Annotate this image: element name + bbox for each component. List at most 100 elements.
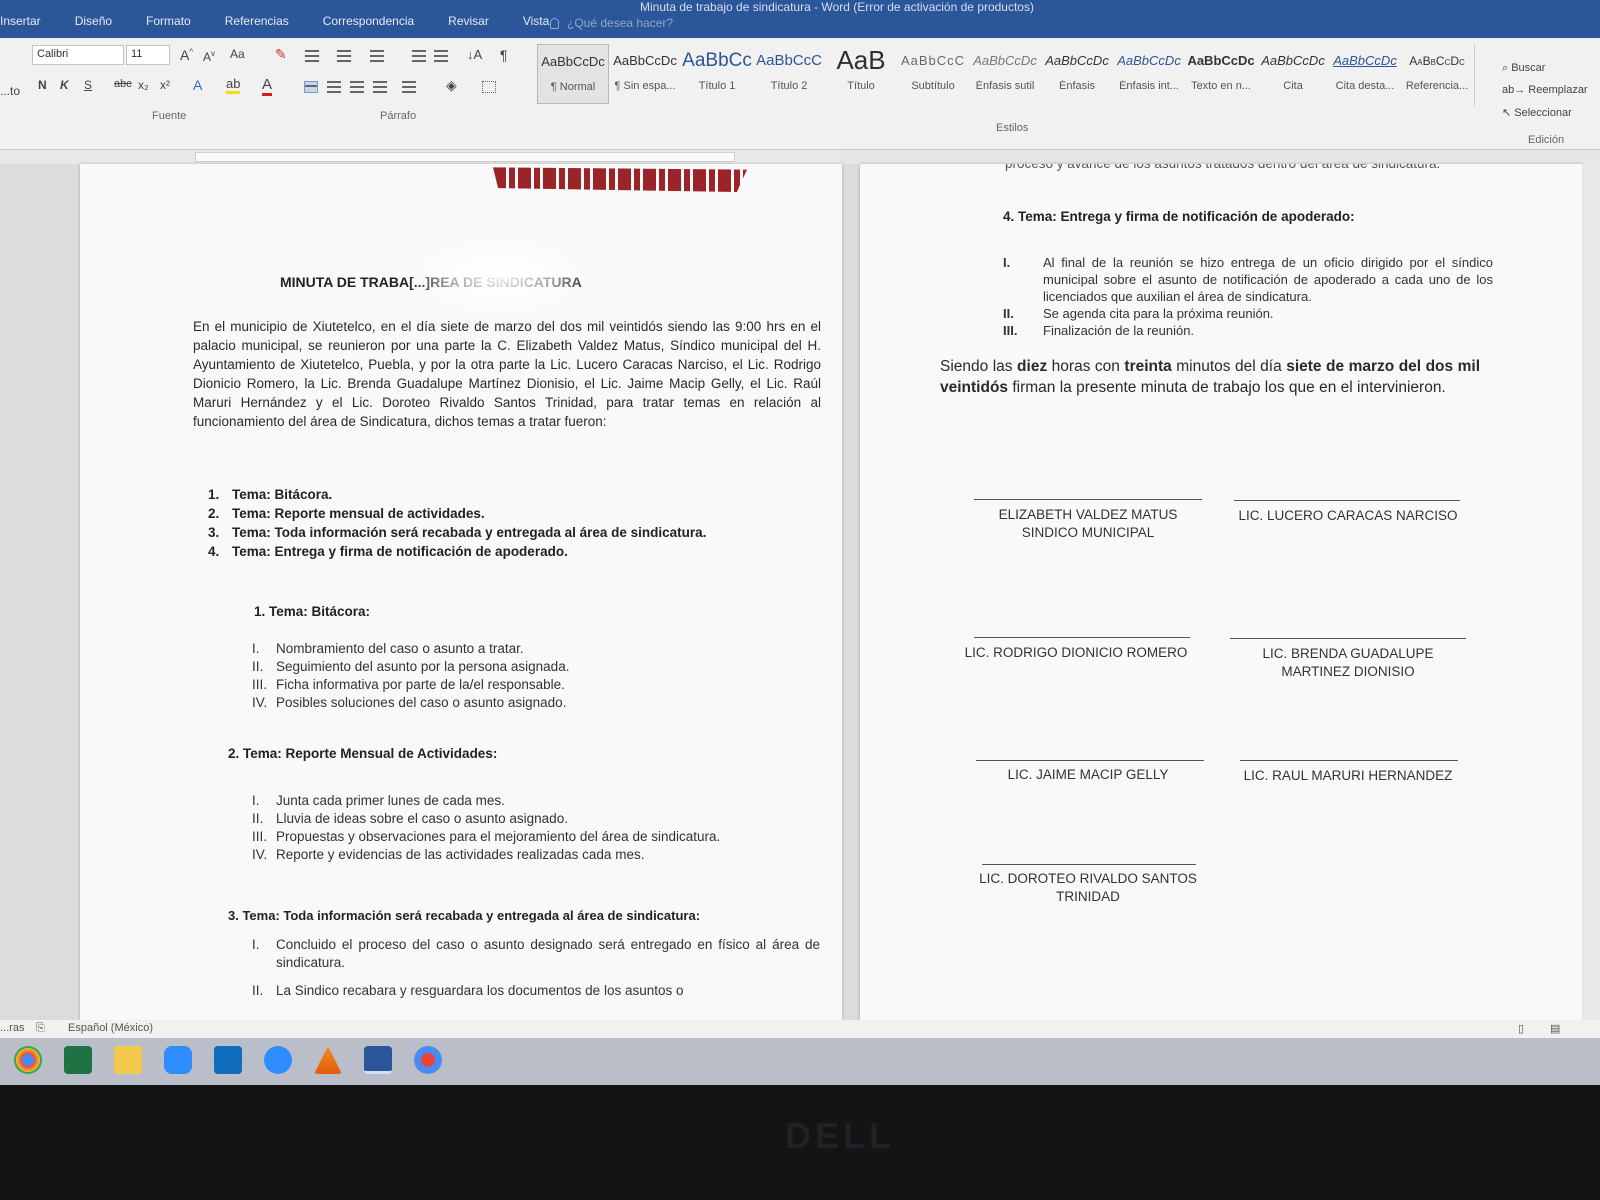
document-area: MINUTA DE TRABA[...]REA DE SINDICATURA E… [0, 164, 1600, 1020]
borders-icon[interactable] [482, 81, 496, 93]
horizontal-ruler[interactable] [0, 150, 840, 164]
align-right-icon[interactable] [350, 81, 364, 93]
styles-scroll[interactable] [1474, 44, 1488, 106]
font-size-box[interactable]: 11 [126, 45, 170, 65]
signature-line-1: LIC. JAIME MACIP GELLY [1007, 767, 1169, 782]
chrome-icon[interactable] [14, 1046, 42, 1074]
item-number: III. [1003, 323, 1018, 338]
bullets-icon[interactable] [305, 50, 319, 62]
find-button[interactable]: ⌕ Buscar [1502, 62, 1588, 84]
increase-indent-icon[interactable] [434, 50, 448, 62]
page-1[interactable]: MINUTA DE TRABA[...]REA DE SINDICATURA E… [80, 164, 842, 1020]
tab-insertar[interactable]: Insertar [0, 10, 58, 38]
style-enfasis-sutil[interactable]: AaBbCcDc Énfasis sutil [969, 44, 1041, 104]
outlook-icon[interactable] [214, 1046, 242, 1074]
word-count[interactable]: ...ras [0, 1022, 24, 1034]
style-enfasis[interactable]: AaBbCcDc Énfasis [1041, 44, 1113, 104]
tab-formato[interactable]: Formato [129, 10, 208, 38]
style-sin-espaciado[interactable]: AaBbCcDc ¶ Sin espa... [609, 44, 681, 104]
style-normal[interactable]: AaBbCcDc ¶ Normal [537, 44, 610, 104]
style-sample: AaBbCcDc [1261, 53, 1325, 68]
strikethrough-button[interactable]: abc [114, 78, 132, 90]
proofing-icon[interactable]: ⎘ [36, 1022, 45, 1035]
item-text: Finalización de la reunión. [1043, 323, 1195, 338]
list-item: 3. Tema: Toda información será recabada y… [208, 524, 820, 541]
page-2[interactable]: proceso y avance de los asuntos tratados… [860, 164, 1582, 1020]
superscript-button[interactable]: x² [160, 78, 170, 92]
select-button[interactable]: ↖ Seleccionar [1502, 106, 1588, 128]
style-name: Título [847, 80, 875, 92]
meet-icon[interactable] [264, 1046, 292, 1074]
read-mode-icon[interactable]: ▯ [1518, 1022, 1524, 1035]
subscript-button[interactable]: x₂ [138, 78, 149, 92]
section-3-heading: 3. Tema: Toda información será recabada … [228, 908, 701, 923]
lightbulb-icon [550, 18, 559, 29]
tab-diseno[interactable]: Diseño [58, 10, 129, 38]
style-cita[interactable]: AaBbCcDc Cita [1257, 44, 1329, 104]
clear-format-icon[interactable]: ✎ [275, 46, 287, 63]
list-item: I. Nombramiento del caso o asunto a trata… [252, 640, 792, 658]
multilevel-list-icon[interactable] [370, 50, 384, 62]
style-enfasis-intenso[interactable]: AaBbCcDc Énfasis int... [1113, 44, 1185, 104]
decrease-indent-icon[interactable] [412, 50, 426, 62]
item-number: 3. [208, 525, 220, 540]
list-item: III. Propuestas y observaciones para el m… [252, 828, 820, 846]
style-referencia[interactable]: AaBbCcDc Referencia... [1401, 44, 1473, 104]
tell-me-box[interactable]: ¿Qué desea hacer? [550, 16, 673, 30]
font-color-icon[interactable]: A [262, 76, 273, 96]
text-effects-icon[interactable]: A [193, 77, 202, 93]
chrome-profile-icon[interactable] [414, 1046, 442, 1074]
style-name: Título 2 [770, 80, 808, 92]
style-sample: AaB [836, 45, 886, 75]
highlight-icon[interactable]: ab [226, 76, 241, 94]
replace-button[interactable]: ab→ Reemplazar [1502, 84, 1588, 106]
grow-font-button[interactable]: A^ [180, 47, 193, 63]
justify-icon[interactable] [373, 81, 387, 93]
underline-button[interactable]: S [84, 78, 92, 92]
vertical-scrollbar[interactable] [1582, 164, 1600, 1020]
style-titulo-1[interactable]: AaBbCc Título 1 [681, 44, 753, 104]
style-cita-destacada[interactable]: AaBbCcDc Cita desta... [1329, 44, 1401, 104]
style-subtitulo[interactable]: AaBbCcC Subtítulo [897, 44, 969, 104]
style-name: Referencia... [1405, 80, 1469, 92]
numbering-icon[interactable] [337, 50, 351, 62]
word-icon[interactable] [364, 1046, 392, 1074]
vlc-icon[interactable] [314, 1046, 342, 1074]
line-spacing-icon[interactable] [402, 81, 416, 93]
signature-name: LIC. JAIME MACIP GELLY [960, 766, 1216, 784]
item-number: 2. [208, 506, 220, 521]
tab-correspondencia[interactable]: Correspondencia [306, 10, 431, 38]
print-layout-icon[interactable]: ▤ [1550, 1022, 1560, 1035]
style-sample: AaBbCcC [900, 53, 966, 68]
shading-icon[interactable]: ◈ [446, 77, 457, 94]
zoom-icon[interactable] [164, 1046, 192, 1074]
tab-referencias[interactable]: Referencias [208, 10, 306, 38]
style-name: Texto en n... [1191, 80, 1251, 92]
editing-group: ⌕ Buscar ab→ Reemplazar ↖ Seleccionar [1502, 62, 1588, 128]
font-name-box[interactable]: Calibri [32, 45, 124, 65]
bold-button[interactable]: N [38, 78, 47, 92]
search-icon: ⌕ [1502, 62, 1512, 74]
section-4-list: I. Al final de la reunión se hizo entrega… [1003, 254, 1493, 339]
pilcrow-icon[interactable]: ¶ [500, 47, 508, 63]
style-titulo-2[interactable]: AaBbCcC Título 2 [753, 44, 825, 104]
item-text: Concluido el proceso del caso o asunto d… [276, 937, 820, 970]
change-case-button[interactable]: Aa [230, 47, 245, 61]
sort-icon[interactable]: ↓A [467, 47, 482, 62]
list-item: 2. Tema: Reporte mensual de actividades. [208, 505, 820, 522]
align-center-icon[interactable] [327, 81, 341, 93]
shrink-font-button[interactable]: Av [203, 49, 215, 64]
excel-icon[interactable] [64, 1046, 92, 1074]
file-explorer-icon[interactable] [114, 1046, 142, 1074]
style-sample: AaBbCcDc [1117, 53, 1181, 68]
monitor-logo: DELL [785, 1115, 895, 1156]
item-number: I. [252, 937, 260, 952]
tab-revisar[interactable]: Revisar [431, 10, 506, 38]
item-number: III. [252, 829, 268, 844]
style-texto-en-negrita[interactable]: AaBbCcDc Texto en n... [1185, 44, 1257, 104]
style-titulo[interactable]: AaB Título [825, 44, 897, 104]
italic-button[interactable]: K [60, 78, 69, 92]
language-indicator[interactable]: Español (México) [68, 1022, 153, 1034]
signature-name: LIC. DOROTEO RIVALDO SANTOS TRINIDAD [960, 870, 1216, 906]
align-left-icon[interactable] [304, 81, 318, 93]
